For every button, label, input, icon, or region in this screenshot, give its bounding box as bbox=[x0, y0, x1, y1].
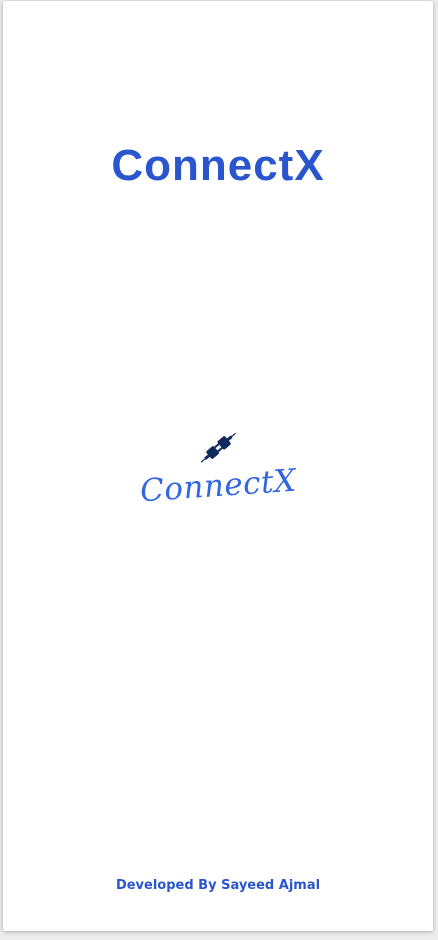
splash-screen: ConnectX ConnectX Developed By Sayeed Aj… bbox=[3, 1, 433, 931]
app-title: ConnectX bbox=[111, 141, 325, 190]
app-logo: ConnectX bbox=[3, 429, 433, 509]
developer-credit: Developed By Sayeed Ajmal bbox=[115, 878, 321, 893]
plug-icon bbox=[200, 432, 237, 463]
logo-wordmark: ConnectX bbox=[138, 462, 298, 510]
